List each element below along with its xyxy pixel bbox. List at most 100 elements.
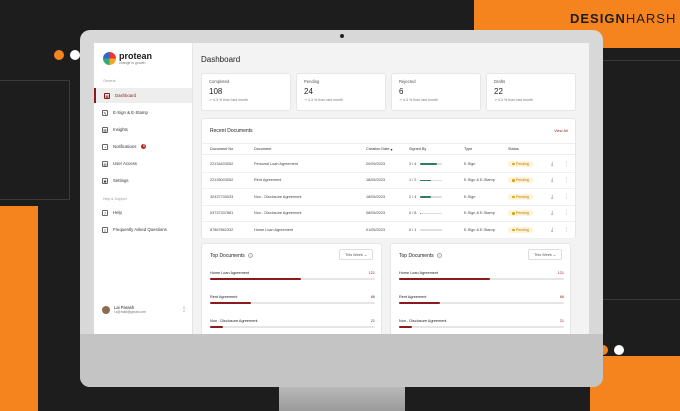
doc-type: E-Sign & E-Stamp xyxy=(464,178,495,183)
top-document-label: Non - Disclosure Agreement xyxy=(399,319,447,323)
page-title: Dashboard xyxy=(201,55,241,64)
table-row[interactable]: 32437703033 Non - Disclosure Agreement 18/… xyxy=(202,189,575,206)
download-icon[interactable]: ⤓ xyxy=(551,173,553,189)
creation-date: 08/05/2023 xyxy=(366,211,386,216)
clock-icon xyxy=(512,228,515,231)
signed-by: 0 / 8 xyxy=(409,206,443,222)
panel-title: Top Documents? xyxy=(399,253,442,259)
sidebar-item-label: Settings xyxy=(113,178,129,183)
chevron-down-icon: ⌄ xyxy=(363,253,368,257)
column-header[interactable]: Signed By xyxy=(409,144,426,154)
top-document-label: Home Loan Agreement xyxy=(210,271,250,275)
clock-icon xyxy=(512,179,515,182)
table-row[interactable]: 53737337881 Non - Disclosure Agreement 08/… xyxy=(202,206,575,222)
stat-delta: ↗ 4.3 % from last month xyxy=(494,98,533,102)
doc-number: 22134403052 xyxy=(210,161,234,166)
sidebar-item-label: Help xyxy=(113,210,122,215)
more-icon[interactable]: ⋮ xyxy=(564,206,569,222)
notification-badge: 8 xyxy=(141,144,147,149)
download-icon[interactable]: ⤓ xyxy=(551,222,553,238)
period-select[interactable]: This Week ⌄ xyxy=(339,249,373,260)
more-icon[interactable]: ⋮ xyxy=(564,173,569,189)
backdrop-dot xyxy=(614,345,624,355)
status-badge: Pending xyxy=(508,156,533,172)
column-header[interactable]: Document xyxy=(254,144,271,154)
stat-delta: ↗ 4.3 % from last month xyxy=(399,98,438,102)
help-icon: ? xyxy=(102,209,108,216)
sidebar-item-dashboard[interactable]: ▦ Dashboard xyxy=(94,88,192,103)
sidebar-item-label: User Access xyxy=(113,161,137,166)
table-row[interactable]: 22134403052 Personal Loan Agreement 20/05/… xyxy=(202,156,575,173)
sidebar-item-user-access[interactable]: ◍ User Access xyxy=(94,156,192,171)
sort-icon: ▾ xyxy=(390,147,393,152)
stat-card-completed: Completed 108 ↗ 4.3 % from last month xyxy=(201,73,291,111)
sidebar-item-faq[interactable]: ≡ Frequently Asked Questions xyxy=(94,222,192,237)
app-name: protean xyxy=(119,51,153,61)
top-document-bar xyxy=(210,302,375,304)
top-documents-panel: Top Documents? This Week ⌄ Home Loan Agr… xyxy=(390,243,571,334)
top-document-bar xyxy=(399,278,564,280)
doc-number: 53737337881 xyxy=(210,211,234,216)
top-document-bar xyxy=(210,326,375,328)
column-header[interactable]: Status xyxy=(508,144,519,154)
sidebar-item-notifications[interactable]: ◔ Notifications 8 xyxy=(94,139,192,154)
doc-name: Home Loan Agreement xyxy=(254,227,294,232)
top-documents-panel: Top Documents? This Week ⌄ Home Loan Agr… xyxy=(201,243,382,334)
period-select[interactable]: This Week ⌄ xyxy=(528,249,562,260)
top-document-count: 86 xyxy=(559,295,564,299)
brand-logo: DESIGNHARSH xyxy=(570,11,677,26)
signed-progress xyxy=(420,196,443,198)
stat-card-rejected: Rejected 6 ↗ 4.3 % from last month xyxy=(391,73,481,111)
column-header[interactable]: Type xyxy=(464,144,472,154)
table-row[interactable]: 87867862332 Home Loan Agreement 01/05/2023… xyxy=(202,222,575,239)
user-profile[interactable]: Lai Parash l.s@mail@gmail.com xyxy=(102,305,146,314)
doc-number: 32437703033 xyxy=(210,194,234,199)
monitor-stand xyxy=(279,387,405,411)
sidebar-item-insights[interactable]: ▥ Insights xyxy=(94,122,192,137)
column-header[interactable]: Creation Date ▾ xyxy=(366,144,392,154)
signed-progress xyxy=(420,163,443,165)
top-document-bar xyxy=(399,302,564,304)
sidebar-item-label: Insights xyxy=(113,127,128,132)
top-document-label: Home Loan Agreement xyxy=(399,271,439,275)
top-document-bar xyxy=(210,278,375,280)
table-row[interactable]: 22135003052 Rent Agreement 18/05/2023 1 / 2… xyxy=(202,173,575,189)
backdrop-dot xyxy=(70,50,80,60)
top-document-count: 21 xyxy=(559,319,564,323)
stat-value: 6 xyxy=(399,87,404,96)
download-icon[interactable]: ⤓ xyxy=(551,189,553,205)
stat-label: Rejected xyxy=(399,79,416,84)
user-menu-icon[interactable]: ⋮ xyxy=(181,306,187,313)
view-all-link[interactable]: View All xyxy=(554,128,568,133)
stat-value: 108 xyxy=(209,87,223,96)
column-header[interactable]: Document No xyxy=(210,144,233,154)
sidebar-item-settings[interactable]: ✱ Settings xyxy=(94,173,192,188)
more-icon[interactable]: ⋮ xyxy=(564,189,569,205)
doc-name: Rent Agreement xyxy=(254,178,282,183)
clock-icon xyxy=(512,195,515,198)
recent-documents-panel: Recent Documents View All Document No Do… xyxy=(201,118,576,239)
stat-card-pending: Pending 24 ↗ 4.3 % from last month xyxy=(296,73,386,111)
download-icon[interactable]: ⤓ xyxy=(551,206,553,222)
more-icon[interactable]: ⋮ xyxy=(564,156,569,172)
stat-delta: ↗ 4.3 % from last month xyxy=(209,98,248,102)
creation-date: 18/05/2023 xyxy=(366,178,386,183)
pen-icon: ✎ xyxy=(102,109,108,116)
more-icon[interactable]: ⋮ xyxy=(564,222,569,238)
sidebar-item-label: Frequently Asked Questions xyxy=(113,227,167,232)
info-icon: ? xyxy=(247,253,253,259)
backdrop-orange-block xyxy=(590,356,680,411)
stat-value: 22 xyxy=(494,87,503,96)
app-logo[interactable]: protean change is growth xyxy=(103,52,152,65)
status-badge: Pending xyxy=(508,189,533,205)
status-badge: Pending xyxy=(508,222,533,238)
top-document-count: 21 xyxy=(370,319,375,323)
sidebar-item-help[interactable]: ? Help xyxy=(94,205,192,220)
signed-by: 1 / 2 xyxy=(409,173,443,189)
download-icon[interactable]: ⤓ xyxy=(551,156,553,172)
backdrop-dot xyxy=(54,50,64,60)
sidebar-item-esign[interactable]: ✎ E-Sign & E-Stamp xyxy=(94,105,192,120)
main-content: Dashboard Completed 108 ↗ 4.3 % from las… xyxy=(193,43,589,334)
table-header: Document No Document Creation Date ▾ Sig… xyxy=(202,143,575,155)
creation-date: 20/05/2023 xyxy=(366,161,386,166)
